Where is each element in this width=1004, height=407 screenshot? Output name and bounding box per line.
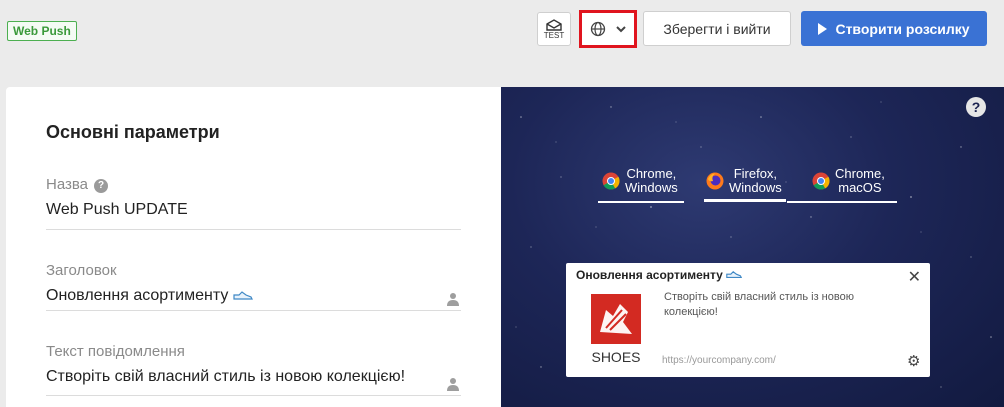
personalization-icon[interactable]: [447, 292, 459, 306]
top-bar: Web Push TEST Зберегти і вийти Створити …: [0, 0, 1004, 66]
tab-active-underline: [704, 199, 786, 202]
message-field-underline: [46, 395, 461, 396]
title-field-text: Оновлення асортименту: [46, 287, 229, 304]
play-icon: [818, 22, 828, 35]
create-campaign-button[interactable]: Створити розсилку: [801, 11, 987, 46]
title-label: Заголовок: [46, 262, 117, 279]
globe-icon: [590, 21, 606, 37]
message-label: Текст повідомлення: [46, 343, 185, 360]
save-and-exit-button[interactable]: Зберегти і вийти: [643, 11, 791, 46]
help-icon[interactable]: ?: [94, 179, 109, 193]
sneaker-icon: [233, 291, 253, 300]
notification-preview: ? Chrome, Windows Firefox, Windows Chrom…: [501, 87, 1004, 407]
close-icon[interactable]: ✕: [908, 267, 921, 287]
section-title: Основні параметри: [46, 122, 220, 142]
title-field[interactable]: Оновлення асортименту: [46, 287, 253, 305]
notification-image: SHOES: [576, 288, 656, 368]
tab-firefox-windows[interactable]: Firefox, Windows: [706, 167, 782, 195]
tab-chrome-windows[interactable]: Chrome, Windows: [602, 167, 678, 195]
create-campaign-label: Створити розсилку: [835, 20, 970, 37]
notification-body: Створіть свій власний стиль із новою кол…: [664, 291, 854, 318]
sneaker-icon: [726, 271, 743, 278]
settings-form: Основні параметри Назва? Web Push UPDATE…: [6, 87, 501, 407]
main-card: Основні параметри Назва? Web Push UPDATE…: [6, 87, 1004, 407]
notification-title: Оновлення асортименту: [576, 268, 743, 282]
title-field-underline: [46, 310, 461, 311]
tab-label: Firefox, Windows: [729, 166, 782, 195]
chrome-icon: [602, 172, 620, 190]
name-label-text: Назва: [46, 176, 89, 193]
tab-chrome-macos[interactable]: Chrome, macOS: [812, 167, 885, 195]
test-send-button[interactable]: TEST: [537, 12, 571, 46]
name-field[interactable]: Web Push UPDATE: [46, 201, 188, 219]
tab-underline: [787, 201, 897, 203]
test-label: TEST: [543, 30, 565, 40]
gear-icon[interactable]: ⚙: [907, 352, 920, 370]
push-notification-card: Оновлення асортименту ✕ SHOES Створіть с…: [566, 263, 930, 377]
tab-label: Chrome, Windows: [625, 166, 678, 195]
message-field[interactable]: Створіть свій власний стиль із новою кол…: [46, 368, 405, 386]
name-field-underline: [46, 229, 461, 230]
name-label: Назва?: [46, 176, 109, 193]
chevron-down-icon: [616, 25, 626, 32]
tab-label: Chrome, macOS: [835, 166, 885, 195]
language-selector[interactable]: [579, 10, 637, 48]
firefox-icon: [706, 172, 724, 190]
notification-url: https://yourcompany.com/: [662, 355, 776, 366]
chrome-icon: [812, 172, 830, 190]
tab-underline: [598, 201, 684, 203]
help-icon[interactable]: ?: [966, 97, 986, 117]
shoes-text: SHOES: [591, 349, 640, 365]
test-envelope-icon: [546, 18, 562, 31]
shoes-logo: SHOES: [591, 294, 641, 365]
channel-badge: Web Push: [7, 21, 77, 41]
personalization-icon[interactable]: [447, 377, 459, 391]
